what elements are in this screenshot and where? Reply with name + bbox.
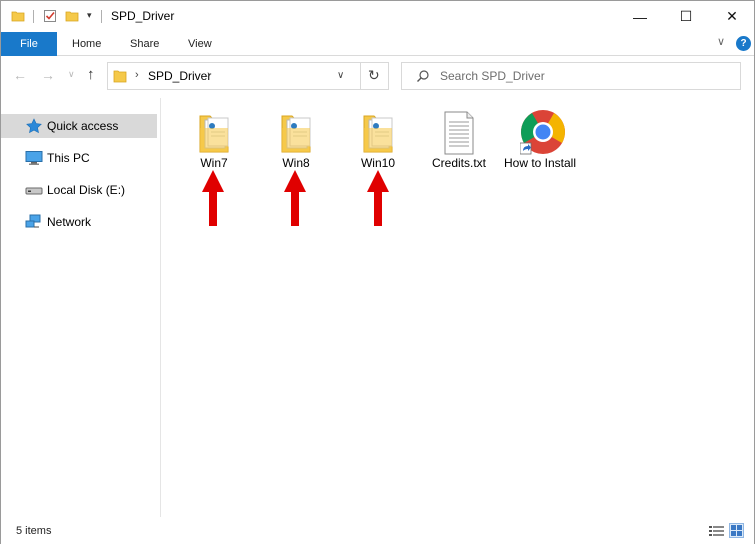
new-folder-icon[interactable] <box>65 9 79 26</box>
tab-view[interactable]: View <box>180 32 220 56</box>
sidebar-item-label: Network <box>47 215 92 229</box>
recent-locations-chevron-icon[interactable]: ∨ <box>68 69 75 80</box>
search-icon <box>416 69 430 86</box>
close-button[interactable]: ✕ <box>709 1 755 32</box>
tab-file[interactable]: File <box>1 32 57 56</box>
network-icon <box>25 214 43 230</box>
back-button[interactable]: ← <box>13 67 27 83</box>
shortcut-item-how-to-install[interactable]: How to Install <box>502 106 578 186</box>
breadcrumb-separator[interactable]: › <box>135 69 139 81</box>
status-bar: 5 items <box>1 517 754 544</box>
red-arrow-annotation <box>284 170 306 226</box>
red-arrow-annotation <box>367 170 389 226</box>
help-icon[interactable]: ? <box>736 36 751 51</box>
file-list: Win7 Win8 Win10 Credits.txt How to Insta… <box>162 98 754 517</box>
file-item-credits[interactable]: Credits.txt <box>421 106 497 186</box>
ribbon-tabs: File Home Share View ∨ ? <box>1 32 754 56</box>
maximize-button[interactable]: ☐ <box>663 1 709 32</box>
search-box[interactable] <box>401 62 741 90</box>
star-icon <box>25 118 43 134</box>
address-bar[interactable]: › SPD_Driver › ∨ ↻ <box>107 62 389 90</box>
navigation-bar: ← → ∨ ↑ › SPD_Driver › ∨ ↻ <box>1 56 754 98</box>
file-label: Win8 <box>282 156 310 170</box>
breadcrumb-separator[interactable]: › <box>207 69 211 81</box>
tab-home[interactable]: Home <box>64 32 109 56</box>
sidebar-item-label: This PC <box>47 151 90 165</box>
file-label: Credits.txt <box>431 156 486 170</box>
chrome-shortcut-icon <box>519 108 565 156</box>
folder-icon <box>113 68 127 87</box>
search-input[interactable] <box>440 63 730 89</box>
file-label: Win10 <box>360 156 395 170</box>
forward-button[interactable]: → <box>41 67 55 83</box>
up-button[interactable]: ↑ <box>87 66 95 83</box>
sidebar-item-quick-access[interactable]: Quick access <box>1 114 157 138</box>
sidebar-item-label: Local Disk (E:) <box>47 183 126 197</box>
sidebar-item-this-pc[interactable]: This PC <box>1 146 157 170</box>
red-arrow-annotation <box>202 170 224 226</box>
large-icons-view-icon[interactable] <box>729 523 744 538</box>
folder-icon <box>358 108 398 156</box>
address-history-chevron-icon[interactable]: ∨ <box>337 70 344 81</box>
properties-check-icon[interactable] <box>43 9 57 26</box>
file-label: Win7 <box>200 156 228 170</box>
customize-toolbar-dropdown-icon[interactable]: ▾ <box>87 10 92 21</box>
details-view-icon[interactable] <box>709 525 724 541</box>
computer-icon <box>25 150 43 166</box>
sidebar-item-label: Quick access <box>47 119 119 133</box>
folder-icon <box>194 108 234 156</box>
breadcrumb-item[interactable]: SPD_Driver <box>148 69 211 83</box>
toolbar-separator <box>101 10 102 23</box>
window-title: SPD_Driver <box>111 9 175 23</box>
drive-icon <box>25 182 43 198</box>
minimize-button[interactable]: — <box>617 1 663 32</box>
expand-ribbon-chevron-icon[interactable]: ∨ <box>717 35 725 48</box>
refresh-button[interactable]: ↻ <box>368 67 380 84</box>
title-bar: ▾ SPD_Driver — ☐ ✕ <box>1 1 754 32</box>
navigation-pane: Quick access This PC Local Disk (E:) Net… <box>1 98 161 517</box>
item-count: 5 items <box>16 525 52 537</box>
file-label: How to Install <box>503 156 577 170</box>
tab-share[interactable]: Share <box>122 32 167 56</box>
sidebar-item-local-disk[interactable]: Local Disk (E:) <box>1 178 157 202</box>
folder-icon <box>276 108 316 156</box>
explorer-window: ▾ SPD_Driver — ☐ ✕ File Home Share View … <box>0 0 755 544</box>
toolbar-separator <box>33 10 34 23</box>
folder-icon[interactable] <box>11 9 25 26</box>
text-file-icon <box>439 108 479 156</box>
divider <box>360 63 361 89</box>
sidebar-item-network[interactable]: Network <box>1 210 157 234</box>
